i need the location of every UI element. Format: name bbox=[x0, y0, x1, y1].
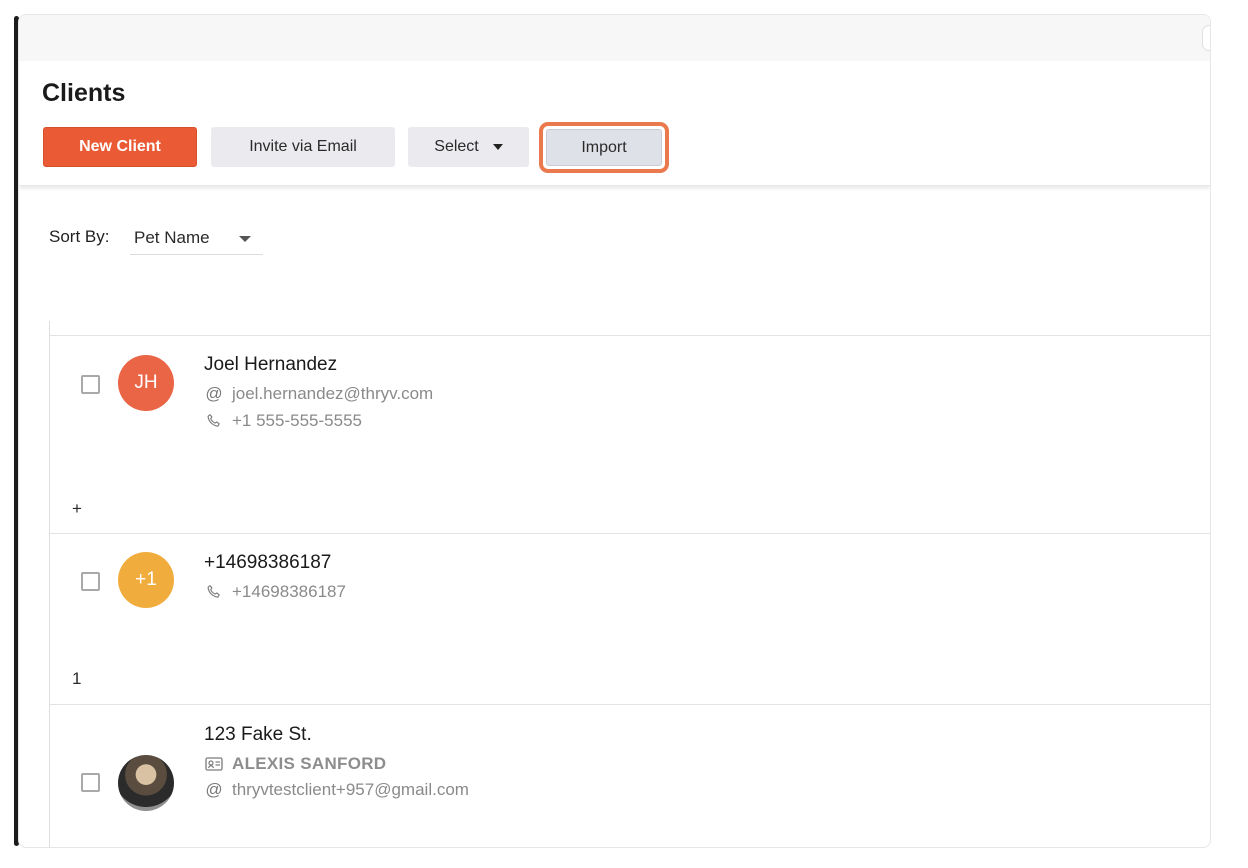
scroll-handle[interactable] bbox=[1202, 25, 1210, 51]
row-divider bbox=[50, 704, 1210, 705]
client-name[interactable]: Joel Hernandez bbox=[204, 354, 337, 376]
avatar[interactable]: JH bbox=[118, 355, 174, 411]
client-checkbox[interactable] bbox=[81, 375, 100, 394]
row-divider bbox=[50, 335, 1210, 336]
page-title: Clients bbox=[42, 79, 126, 107]
chevron-down-icon bbox=[239, 236, 251, 242]
clients-panel: Clients New Client Invite via Email Sele… bbox=[18, 14, 1211, 848]
at-icon: @ bbox=[205, 780, 223, 799]
import-button[interactable]: Import bbox=[546, 129, 662, 166]
list-left-border bbox=[49, 321, 50, 847]
client-email: @ thryvtestclient+957@gmail.com bbox=[204, 780, 469, 800]
avatar[interactable]: +1 bbox=[118, 552, 174, 608]
page-header: Clients New Client Invite via Email Sele… bbox=[19, 61, 1210, 186]
client-contact-text: ALEXIS SANFORD bbox=[232, 754, 387, 773]
avatar[interactable] bbox=[118, 755, 174, 811]
client-email-text: joel.hernandez@thryv.com bbox=[232, 384, 434, 403]
sort-by-value: Pet Name bbox=[134, 227, 210, 247]
client-name[interactable]: +14698386187 bbox=[204, 552, 331, 574]
select-dropdown-button[interactable]: Select bbox=[408, 127, 529, 167]
client-contact: ALEXIS SANFORD bbox=[204, 754, 386, 774]
client-email: @ joel.hernandez@thryv.com bbox=[204, 384, 433, 404]
group-label: + bbox=[72, 499, 82, 518]
top-bar bbox=[19, 15, 1210, 61]
row-divider bbox=[50, 533, 1210, 534]
chevron-down-icon bbox=[492, 144, 503, 150]
client-phone-text: +1 555-555-5555 bbox=[232, 411, 362, 430]
group-label: 1 bbox=[72, 669, 82, 688]
at-icon: @ bbox=[205, 384, 223, 403]
client-name[interactable]: 123 Fake St. bbox=[204, 724, 312, 746]
id-card-icon bbox=[204, 757, 224, 771]
new-client-button[interactable]: New Client bbox=[43, 127, 197, 167]
sort-by-select[interactable]: Pet Name bbox=[130, 221, 263, 255]
phone-icon bbox=[204, 583, 224, 601]
select-label: Select bbox=[434, 138, 479, 155]
client-checkbox[interactable] bbox=[81, 773, 100, 792]
invite-via-email-button[interactable]: Invite via Email bbox=[211, 127, 395, 167]
client-phone: +14698386187 bbox=[204, 582, 346, 602]
sort-by-label: Sort By: bbox=[49, 227, 110, 246]
client-phone: +1 555-555-5555 bbox=[204, 411, 362, 431]
client-email-text: thryvtestclient+957@gmail.com bbox=[232, 780, 469, 799]
client-checkbox[interactable] bbox=[81, 572, 100, 591]
client-phone-text: +14698386187 bbox=[232, 582, 346, 601]
phone-icon bbox=[204, 412, 224, 430]
